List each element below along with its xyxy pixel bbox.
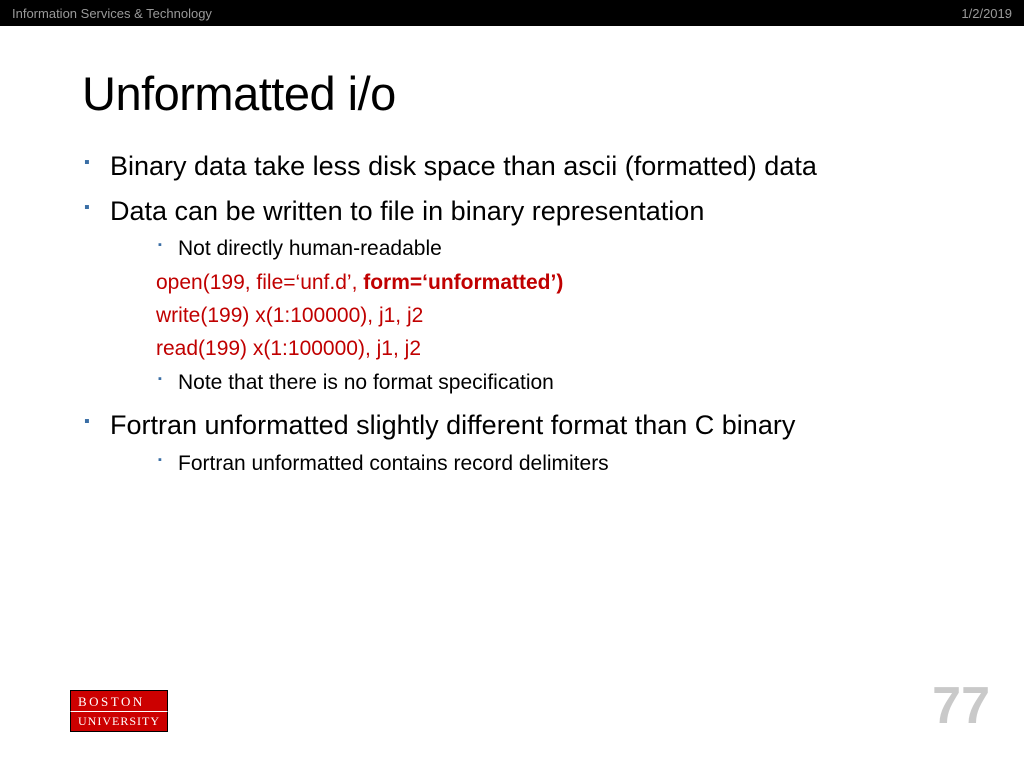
logo-bottom-text: UNIVERSITY bbox=[70, 711, 168, 732]
header-bar: Information Services & Technology 1/2/20… bbox=[0, 0, 1024, 26]
code-line: open(199, file=‘unf.d’, form=‘unformatte… bbox=[156, 268, 954, 298]
bullet-list: Binary data take less disk space than as… bbox=[82, 149, 954, 479]
bullet-text: Binary data take less disk space than as… bbox=[110, 151, 817, 181]
sub-bullet-text: Fortran unformatted contains record deli… bbox=[178, 452, 609, 475]
bullet-text: Fortran unformatted slightly different f… bbox=[110, 410, 795, 440]
code-text: write(199) x(1:100000), j1, j2 bbox=[156, 304, 423, 327]
bullet-item: Fortran unformatted slightly different f… bbox=[82, 408, 954, 479]
header-left: Information Services & Technology bbox=[12, 6, 212, 21]
sub-bullet-item: Not directly human-readable bbox=[156, 234, 954, 264]
sub-list: Not directly human-readable open(199, fi… bbox=[110, 234, 954, 398]
code-text: read(199) x(1:100000), j1, j2 bbox=[156, 337, 421, 360]
code-text-bold: form=‘unformatted’) bbox=[363, 271, 563, 294]
sub-bullet-item: Fortran unformatted contains record deli… bbox=[156, 449, 954, 479]
code-line: read(199) x(1:100000), j1, j2 bbox=[156, 334, 954, 364]
sub-bullet-text: Not directly human-readable bbox=[178, 237, 442, 260]
code-text: open(199, file=‘unf.d’, bbox=[156, 271, 363, 294]
sub-bullet-item: Note that there is no format specificati… bbox=[156, 368, 954, 398]
footer: BOSTON UNIVERSITY 77 bbox=[70, 680, 990, 732]
boston-university-logo: BOSTON UNIVERSITY bbox=[70, 690, 168, 732]
bullet-text: Data can be written to file in binary re… bbox=[110, 196, 704, 226]
header-date: 1/2/2019 bbox=[961, 6, 1012, 21]
sub-list: Fortran unformatted contains record deli… bbox=[110, 449, 954, 479]
slide-body: Unformatted i/o Binary data take less di… bbox=[0, 26, 1024, 479]
page-number: 77 bbox=[932, 680, 990, 732]
bullet-item: Binary data take less disk space than as… bbox=[82, 149, 954, 184]
bullet-item: Data can be written to file in binary re… bbox=[82, 194, 954, 399]
code-line: write(199) x(1:100000), j1, j2 bbox=[156, 301, 954, 331]
slide-title: Unformatted i/o bbox=[82, 66, 954, 121]
sub-bullet-text: Note that there is no format specificati… bbox=[178, 371, 554, 394]
logo-top-text: BOSTON bbox=[70, 690, 168, 711]
